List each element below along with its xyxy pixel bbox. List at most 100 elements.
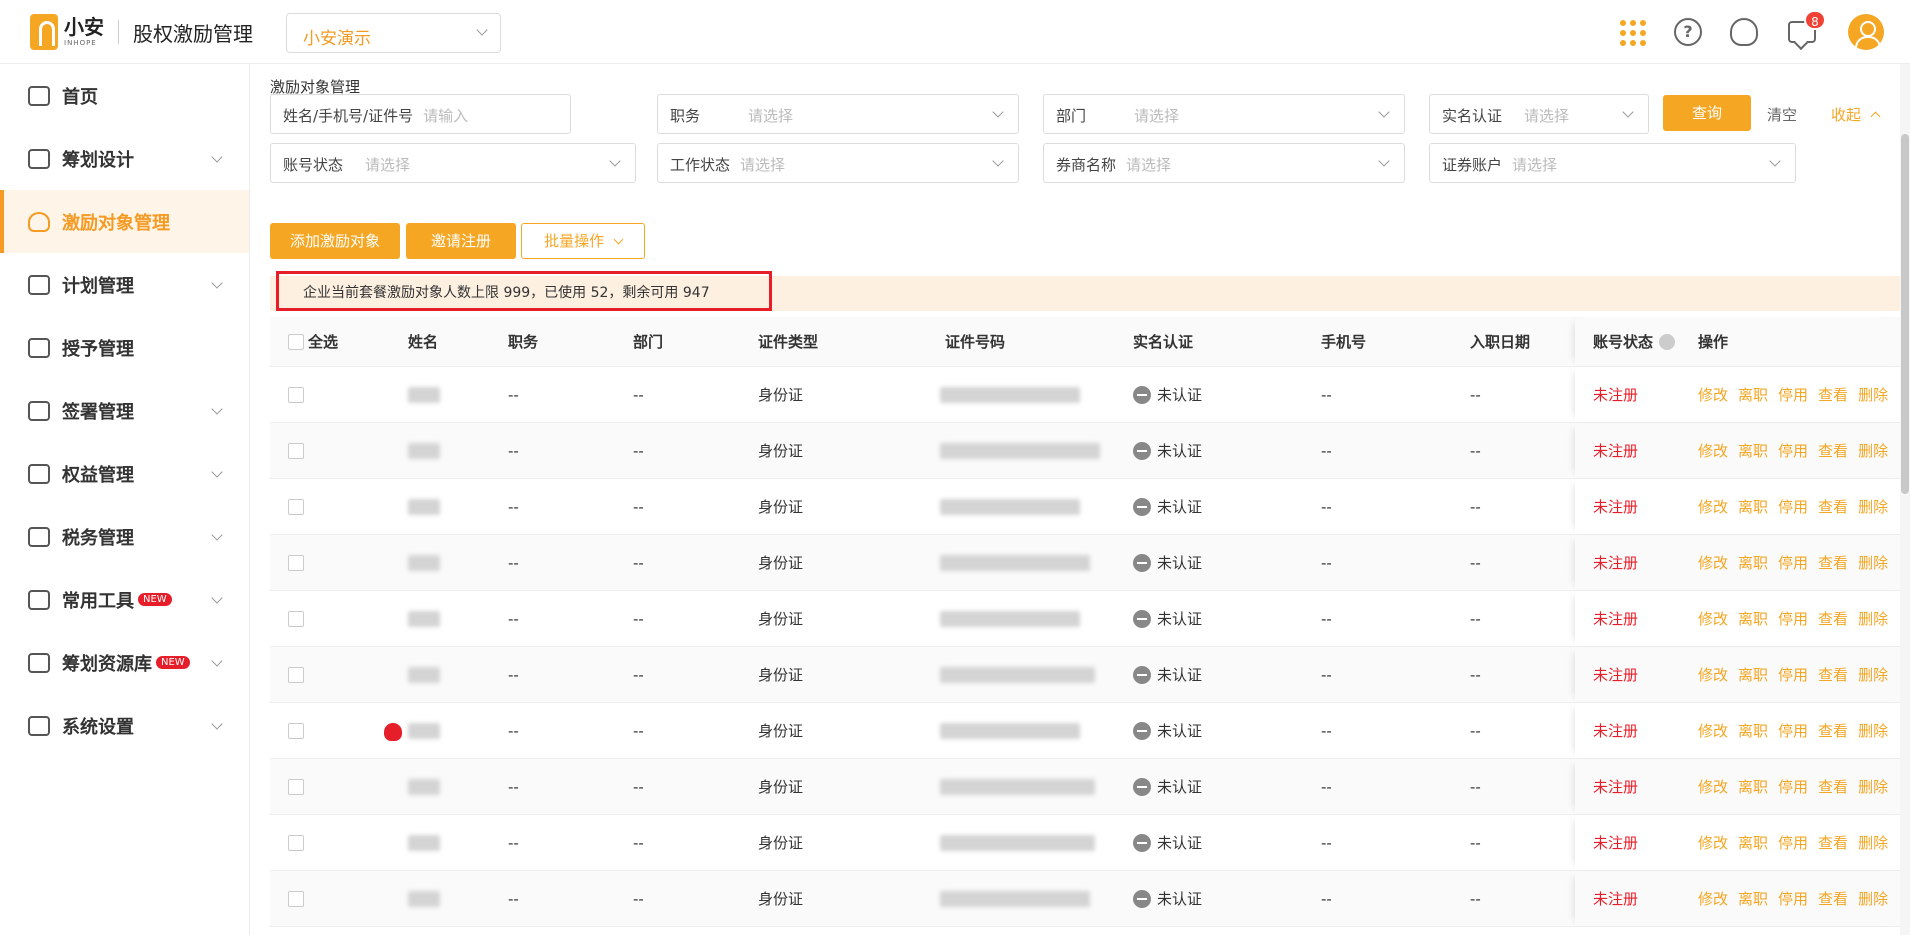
sidebar-item[interactable]: 计划管理 (0, 253, 249, 316)
scrollbar-thumb[interactable] (1901, 134, 1909, 494)
sidebar-item[interactable]: 筹划资源库 NEW (0, 631, 249, 694)
op-4-link[interactable]: 删除 (1858, 888, 1888, 909)
op-3-link[interactable]: 查看 (1818, 664, 1848, 685)
op-0-link[interactable]: 修改 (1698, 664, 1728, 685)
op-0-link[interactable]: 修改 (1698, 440, 1728, 461)
query-button[interactable]: 查询 (1663, 95, 1751, 131)
page-scrollbar[interactable] (1900, 64, 1910, 935)
help-icon[interactable]: ? (1674, 18, 1702, 46)
select-all-checkbox[interactable] (288, 317, 304, 366)
op-2-link[interactable]: 停用 (1778, 888, 1808, 909)
op-3-link[interactable]: 查看 (1818, 384, 1848, 405)
op-1-link[interactable]: 离职 (1738, 440, 1768, 461)
op-1-link[interactable]: 离职 (1738, 384, 1768, 405)
sidebar-item[interactable]: 首页 (0, 64, 249, 127)
logo[interactable]: 小安 INHOPE 股权激励管理 (30, 14, 253, 50)
op-2-link[interactable]: 停用 (1778, 384, 1808, 405)
op-3-link[interactable]: 查看 (1818, 552, 1848, 573)
account-status-select[interactable]: 账号状态 请选择 (270, 143, 636, 183)
op-4-link[interactable]: 删除 (1858, 720, 1888, 741)
op-2-link[interactable]: 停用 (1778, 552, 1808, 573)
op-3-link[interactable]: 查看 (1818, 832, 1848, 853)
op-0-link[interactable]: 修改 (1698, 832, 1728, 853)
row-checkbox[interactable] (288, 703, 304, 758)
op-0-link[interactable]: 修改 (1698, 720, 1728, 741)
op-4-link[interactable]: 删除 (1858, 776, 1888, 797)
op-3-link[interactable]: 查看 (1818, 776, 1848, 797)
op-2-link[interactable]: 停用 (1778, 608, 1808, 629)
row-checkbox[interactable] (288, 815, 304, 870)
apps-grid-icon[interactable] (1618, 18, 1646, 46)
info-icon[interactable] (1659, 333, 1676, 350)
op-2-link[interactable]: 停用 (1778, 832, 1808, 853)
batch-operation-button[interactable]: 批量操作 (521, 223, 645, 259)
op-2-link[interactable]: 停用 (1778, 776, 1808, 797)
sidebar-item[interactable]: 筹划设计 (0, 127, 249, 190)
sidebar-item[interactable]: 税务管理 (0, 505, 249, 568)
sidebar-item[interactable]: 签署管理 (0, 379, 249, 442)
op-0-link[interactable]: 修改 (1698, 384, 1728, 405)
op-1-link[interactable]: 离职 (1738, 496, 1768, 517)
customer-service-icon[interactable] (1730, 18, 1758, 46)
op-3-link[interactable]: 查看 (1818, 496, 1848, 517)
sidebar-item[interactable]: 激励对象管理 (0, 190, 249, 253)
op-1-link[interactable]: 离职 (1738, 832, 1768, 853)
op-2-link[interactable]: 停用 (1778, 664, 1808, 685)
op-2-link[interactable]: 停用 (1778, 440, 1808, 461)
sidebar-item[interactable]: 常用工具 NEW (0, 568, 249, 631)
row-checkbox[interactable] (288, 479, 304, 534)
op-0-link[interactable]: 修改 (1698, 608, 1728, 629)
department-select[interactable]: 部门 请选择 (1043, 94, 1405, 134)
clear-button[interactable]: 清空 (1767, 104, 1797, 125)
op-0-link[interactable]: 修改 (1698, 552, 1728, 573)
op-4-link[interactable]: 删除 (1858, 832, 1888, 853)
work-status-select[interactable]: 工作状态 请选择 (657, 143, 1019, 183)
op-4-link[interactable]: 删除 (1858, 664, 1888, 685)
op-1-link[interactable]: 离职 (1738, 608, 1768, 629)
sidebar-item[interactable]: 授予管理 (0, 316, 249, 379)
sidebar: 首页 筹划设计 激励对象管理 计划管理 授予管理 签署管理 权益管理 税务管理 常用工具 NEW 筹… (0, 64, 250, 935)
securities-account-select[interactable]: 证券账户 请选择 (1429, 143, 1796, 183)
op-3-link[interactable]: 查看 (1818, 720, 1848, 741)
position-cell: -- (508, 889, 519, 908)
row-checkbox[interactable] (288, 591, 304, 646)
row-checkbox[interactable] (288, 535, 304, 590)
op-1-link[interactable]: 离职 (1738, 776, 1768, 797)
row-checkbox[interactable] (288, 759, 304, 814)
op-0-link[interactable]: 修改 (1698, 888, 1728, 909)
op-0-link[interactable]: 修改 (1698, 496, 1728, 517)
row-checkbox[interactable] (288, 871, 304, 926)
realname-select[interactable]: 实名认证 请选择 (1429, 94, 1649, 134)
op-0-link[interactable]: 修改 (1698, 776, 1728, 797)
header-id-type: 证件类型 (758, 333, 819, 351)
row-checkbox[interactable] (288, 367, 304, 422)
row-checkbox[interactable] (288, 423, 304, 478)
header-position: 职务 (508, 333, 539, 351)
op-3-link[interactable]: 查看 (1818, 440, 1848, 461)
op-2-link[interactable]: 停用 (1778, 496, 1808, 517)
user-avatar-icon[interactable] (1848, 14, 1884, 50)
op-3-link[interactable]: 查看 (1818, 608, 1848, 629)
op-3-link[interactable]: 查看 (1818, 888, 1848, 909)
broker-select[interactable]: 券商名称 请选择 (1043, 143, 1405, 183)
op-4-link[interactable]: 删除 (1858, 552, 1888, 573)
id-type-cell: 身份证 (758, 890, 804, 908)
op-2-link[interactable]: 停用 (1778, 720, 1808, 741)
name-search-input[interactable]: 姓名/手机号/证件号 请输入 (270, 94, 571, 134)
op-4-link[interactable]: 删除 (1858, 496, 1888, 517)
row-checkbox[interactable] (288, 647, 304, 702)
sidebar-item[interactable]: 权益管理 (0, 442, 249, 505)
add-incentive-target-button[interactable]: 添加激励对象 (270, 223, 400, 259)
sidebar-item[interactable]: 系统设置 (0, 694, 249, 757)
op-1-link[interactable]: 离职 (1738, 720, 1768, 741)
position-select[interactable]: 职务 请选择 (657, 94, 1019, 134)
op-4-link[interactable]: 删除 (1858, 608, 1888, 629)
op-1-link[interactable]: 离职 (1738, 552, 1768, 573)
op-4-link[interactable]: 删除 (1858, 384, 1888, 405)
op-4-link[interactable]: 删除 (1858, 440, 1888, 461)
op-1-link[interactable]: 离职 (1738, 664, 1768, 685)
invite-register-button[interactable]: 邀请注册 (406, 223, 516, 259)
company-select[interactable]: 小安演示 (286, 13, 501, 53)
op-1-link[interactable]: 离职 (1738, 888, 1768, 909)
collapse-link[interactable]: 收起 (1831, 104, 1881, 125)
